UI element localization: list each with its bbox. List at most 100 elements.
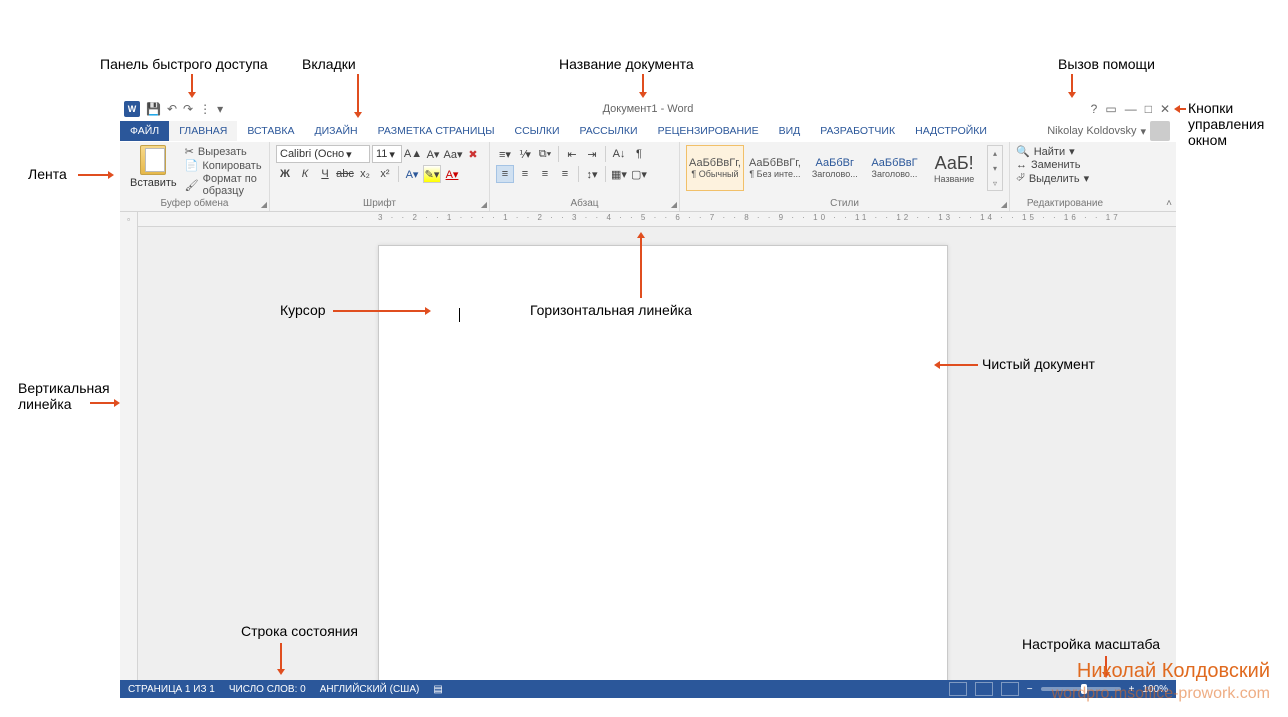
touch-mode-icon[interactable]: ⋮ <box>199 102 211 116</box>
annot-tabs: Вкладки <box>302 56 356 72</box>
tab-insert[interactable]: ВСТАВКА <box>237 121 304 141</box>
group-styles: АаБбВвГг, ¶ Обычный АаБбВвГг, ¶ Без инте… <box>680 142 1010 211</box>
tab-file[interactable]: ФАЙЛ <box>120 121 169 141</box>
horizontal-ruler-bar: ▫ 3 · · 2 · · 1 · · · · 1 · · 2 · · 3 · … <box>120 212 1176 227</box>
ruler-corner[interactable]: ▫ <box>120 212 138 227</box>
ribbon-display-icon[interactable]: ▭ <box>1105 102 1116 116</box>
find-button[interactable]: 🔍Найти ▾ <box>1016 145 1114 158</box>
window-controls: ? ▭ — □ ✕ <box>1091 102 1176 116</box>
highlight-icon[interactable]: ✎▾ <box>423 165 441 183</box>
minimize-icon[interactable]: — <box>1125 102 1137 116</box>
group-font-label: Шрифт <box>276 198 483 209</box>
style-no-spacing[interactable]: АаБбВвГг, ¶ Без инте... <box>746 145 804 191</box>
subscript-button[interactable]: x₂ <box>356 165 374 183</box>
scissors-icon: ✂ <box>185 145 194 158</box>
view-web-icon[interactable] <box>1001 682 1019 696</box>
align-center-icon[interactable]: ≡ <box>516 165 534 183</box>
style-heading1[interactable]: АаБбВг Заголово... <box>806 145 864 191</box>
group-paragraph: ≡▾ ⅟▾ ⧉▾ ⇤ ⇥ A↓ ¶ ≡ ≡ ≡ ≡ ↕▾ <box>490 142 680 211</box>
justify-icon[interactable]: ≡ <box>556 165 574 183</box>
select-button[interactable]: ⮰Выделить ▾ <box>1016 172 1114 185</box>
multilevel-icon[interactable]: ⧉▾ <box>536 145 554 163</box>
borders-icon[interactable]: ▢▾ <box>630 165 648 183</box>
clear-format-icon[interactable]: ✖ <box>464 145 482 163</box>
status-page[interactable]: СТРАНИЦА 1 ИЗ 1 <box>128 684 215 695</box>
italic-button[interactable]: К <box>296 165 314 183</box>
tab-review[interactable]: РЕЦЕНЗИРОВАНИЕ <box>648 121 769 141</box>
watermark-url: wordpro.msoffice-prowork.com <box>1052 685 1270 703</box>
style-heading2[interactable]: АаБбВвГ Заголово... <box>866 145 924 191</box>
group-clipboard: Вставить ✂Вырезать 📄Копировать 🖌Формат п… <box>120 142 270 211</box>
paragraph-dialog-icon[interactable]: ◢ <box>671 200 677 209</box>
tab-view[interactable]: ВИД <box>769 121 811 141</box>
superscript-button[interactable]: x² <box>376 165 394 183</box>
indent-increase-icon[interactable]: ⇥ <box>583 145 601 163</box>
line-spacing-icon[interactable]: ↕▾ <box>583 165 601 183</box>
collapse-ribbon-icon[interactable]: ˄ <box>1166 198 1172 209</box>
ribbon-tabs: ФАЙЛ ГЛАВНАЯ ВСТАВКА ДИЗАЙН РАЗМЕТКА СТР… <box>120 120 1176 142</box>
macro-icon[interactable]: ▤ <box>433 684 442 695</box>
replace-button[interactable]: ↔Заменить <box>1016 159 1114 171</box>
strikethrough-button[interactable]: abc <box>336 165 354 183</box>
font-dialog-icon[interactable]: ◢ <box>481 200 487 209</box>
word-window: W 💾 ↶ ↷ ⋮ ▾ Документ1 - Word ? ▭ — □ ✕ Ф… <box>120 98 1176 698</box>
font-size-combo[interactable]: 11 ▾ <box>372 145 402 163</box>
align-left-icon[interactable]: ≡ <box>496 165 514 183</box>
horizontal-ruler[interactable]: 3 · · 2 · · 1 · · · · 1 · · 2 · · 3 · · … <box>138 212 1176 226</box>
tab-design[interactable]: ДИЗАЙН <box>304 121 367 141</box>
view-print-icon[interactable] <box>975 682 993 696</box>
styles-scroll[interactable]: ▴ ▾ ▿ <box>987 145 1003 191</box>
user-name: Nikolay Koldovsky <box>1047 125 1136 137</box>
redo-icon[interactable]: ↷ <box>183 102 193 116</box>
indent-decrease-icon[interactable]: ⇤ <box>563 145 581 163</box>
tab-references[interactable]: ССЫЛКИ <box>504 121 569 141</box>
chevron-up-icon[interactable]: ▴ <box>988 146 1002 160</box>
copy-button[interactable]: 📄Копировать <box>185 159 263 172</box>
format-painter-button[interactable]: 🖌Формат по образцу <box>185 173 263 197</box>
help-icon[interactable]: ? <box>1091 102 1098 116</box>
bullets-icon[interactable]: ≡▾ <box>496 145 514 163</box>
font-name-combo[interactable]: Calibri (Осно ▾ <box>276 145 370 163</box>
save-icon[interactable]: 💾 <box>146 102 161 116</box>
numbering-icon[interactable]: ⅟▾ <box>516 145 534 163</box>
zoom-out-icon[interactable]: − <box>1027 684 1033 695</box>
maximize-icon[interactable]: □ <box>1145 102 1152 116</box>
text-effects-icon[interactable]: A▾ <box>403 165 421 183</box>
tab-mailings[interactable]: РАССЫЛКИ <box>570 121 648 141</box>
font-color-icon[interactable]: A▾ <box>443 165 461 183</box>
bold-button[interactable]: Ж <box>276 165 294 183</box>
paste-button[interactable]: Вставить <box>126 145 181 189</box>
chevron-down-icon[interactable]: ▾ <box>988 161 1002 175</box>
search-icon: 🔍 <box>1016 145 1030 158</box>
change-case-icon[interactable]: Aa▾ <box>444 145 462 163</box>
close-icon[interactable]: ✕ <box>1160 102 1170 116</box>
undo-icon[interactable]: ↶ <box>167 102 177 116</box>
show-marks-icon[interactable]: ¶ <box>630 145 648 163</box>
cut-button[interactable]: ✂Вырезать <box>185 145 263 158</box>
clipboard-dialog-icon[interactable]: ◢ <box>261 200 267 209</box>
user-account[interactable]: Nikolay Koldovsky ▾ <box>1047 121 1176 141</box>
tab-addins[interactable]: НАДСТРОЙКИ <box>905 121 997 141</box>
tab-home[interactable]: ГЛАВНАЯ <box>169 121 237 141</box>
annot-vruler: Вертикальная линейка <box>18 380 88 412</box>
style-title[interactable]: АаБ! Название <box>925 145 983 191</box>
view-read-icon[interactable] <box>949 682 967 696</box>
group-editing: 🔍Найти ▾ ↔Заменить ⮰Выделить ▾ Редактиро… <box>1010 142 1120 211</box>
align-right-icon[interactable]: ≡ <box>536 165 554 183</box>
shrink-font-icon[interactable]: A▾ <box>424 145 442 163</box>
status-language[interactable]: АНГЛИЙСКИЙ (США) <box>320 684 420 695</box>
sort-icon[interactable]: A↓ <box>610 145 628 163</box>
shading-icon[interactable]: ▦▾ <box>610 165 628 183</box>
qat-dropdown-icon[interactable]: ▾ <box>217 102 223 116</box>
vertical-ruler[interactable] <box>120 227 138 698</box>
tab-layout[interactable]: РАЗМЕТКА СТРАНИЦЫ <box>368 121 505 141</box>
replace-icon: ↔ <box>1016 159 1027 171</box>
underline-button[interactable]: Ч <box>316 165 334 183</box>
styles-dialog-icon[interactable]: ◢ <box>1001 200 1007 209</box>
status-words[interactable]: ЧИСЛО СЛОВ: 0 <box>229 684 306 695</box>
expand-icon[interactable]: ▿ <box>988 176 1002 190</box>
style-normal[interactable]: АаБбВвГг, ¶ Обычный <box>686 145 744 191</box>
tab-developer[interactable]: РАЗРАБОТЧИК <box>810 121 905 141</box>
word-app-icon[interactable]: W <box>124 101 140 117</box>
grow-font-icon[interactable]: A▲ <box>404 145 422 163</box>
